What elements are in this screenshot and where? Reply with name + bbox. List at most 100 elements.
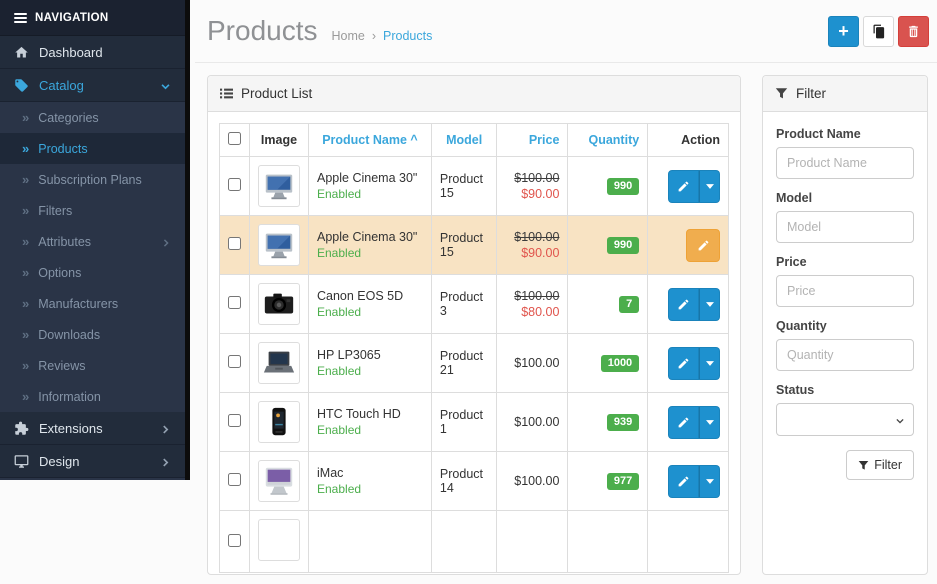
sidebar-item-label: Information [38,390,101,404]
sidebar-item-label: Subscription Plans [38,173,142,187]
caret-down-icon[interactable] [699,465,720,498]
sidebar-item-dashboard[interactable]: Dashboard [0,36,185,69]
sidebar-item-manufacturers[interactable]: » Manufacturers [0,288,185,319]
pencil-icon[interactable] [668,406,699,439]
chevron-right-icon [161,237,171,247]
caret-down-icon[interactable] [699,170,720,203]
filter-quantity-input[interactable] [776,339,914,371]
breadcrumb-home[interactable]: Home [332,29,365,43]
column-header-price[interactable]: Price [529,133,560,147]
product-name: HP LP3065 [317,348,423,362]
hamburger-icon [14,13,27,23]
double-chevron-icon: » [22,265,29,280]
display-icon [14,454,29,469]
double-chevron-icon: » [22,172,29,187]
sidebar-item-extensions[interactable]: Extensions [0,412,185,445]
tag-icon [14,78,29,93]
quantity-badge: 990 [607,237,639,254]
sidebar-item-downloads[interactable]: » Downloads [0,319,185,350]
column-header-quantity[interactable]: Quantity [588,133,639,147]
filter-price-input[interactable] [776,275,914,307]
sidebar-item-label: Filters [38,204,72,218]
caret-down-icon[interactable] [699,347,720,380]
sidebar-item-subscription-plans[interactable]: » Subscription Plans [0,164,185,195]
funnel-icon [858,460,869,471]
row-checkbox[interactable] [228,237,241,250]
list-icon [220,87,233,100]
sidebar-item-design[interactable]: Design [0,445,185,478]
sidebar: NAVIGATION Dashboard Catalog » Categorie… [0,0,190,480]
main-content: Products Home › Products + Product List … [195,0,937,480]
sidebar-item-categories[interactable]: » Categories [0,102,185,133]
sidebar-item-information[interactable]: » Information [0,381,185,412]
product-price: $100.00$90.00 [497,216,568,275]
sidebar-item-attributes[interactable]: » Attributes [0,226,185,257]
filter-model-input[interactable] [776,211,914,243]
product-model: Product 21 [431,334,496,393]
product-model: Product 15 [431,216,496,275]
pencil-icon[interactable] [668,347,699,380]
row-checkbox[interactable] [228,414,241,427]
edit-split-button[interactable] [668,170,720,203]
sort-asc-icon: ^ [410,133,417,147]
edit-split-button[interactable] [668,288,720,321]
product-name: HTC Touch HD [317,407,423,421]
chevron-right-icon [160,456,171,467]
sidebar-item-filters[interactable]: » Filters [0,195,185,226]
panel-title: Product List [241,86,312,101]
product-table: Image Product Name ^ Model Price Quantit… [219,123,729,573]
filter-product-name-input[interactable] [776,147,914,179]
product-image [258,519,300,561]
table-row: HP LP3065Enabled Product 21 $100.00 1000 [220,334,729,393]
sidebar-item-label: Design [39,454,79,469]
product-status: Enabled [317,364,423,378]
filter-label-model: Model [776,191,914,205]
row-checkbox[interactable] [228,296,241,309]
column-header-action: Action [648,124,729,157]
sidebar-item-label: Catalog [39,78,84,93]
column-header-image: Image [250,124,309,157]
edit-button-active[interactable] [686,229,720,262]
add-new-button[interactable]: + [828,16,859,47]
status-select[interactable] [776,403,914,436]
product-model: Product 1 [431,393,496,452]
double-chevron-icon: » [22,389,29,404]
sidebar-item-options[interactable]: » Options [0,257,185,288]
toolbar: + [828,16,929,47]
copy-button[interactable] [863,16,894,47]
delete-button[interactable] [898,16,929,47]
edit-split-button[interactable] [668,347,720,380]
product-price: $100.00 [497,334,568,393]
pencil-icon[interactable] [668,170,699,203]
column-header-product-name[interactable]: Product Name ^ [322,133,418,147]
row-checkbox[interactable] [228,178,241,191]
product-status: Enabled [317,482,423,496]
product-model: Product 15 [431,157,496,216]
pencil-icon[interactable] [668,465,699,498]
breadcrumb-products[interactable]: Products [383,29,432,43]
column-header-model[interactable]: Model [446,133,482,147]
sidebar-item-label: Options [38,266,81,280]
edit-split-button[interactable] [668,406,720,439]
row-checkbox[interactable] [228,355,241,368]
product-name: Apple Cinema 30" [317,171,423,185]
sidebar-item-reviews[interactable]: » Reviews [0,350,185,381]
caret-down-icon[interactable] [699,288,720,321]
chevron-right-icon [160,423,171,434]
edit-split-button[interactable] [668,465,720,498]
breadcrumb: Home › Products [332,29,433,43]
pencil-icon[interactable] [668,288,699,321]
row-checkbox[interactable] [228,534,241,547]
caret-down-icon[interactable] [699,406,720,439]
select-all-checkbox[interactable] [228,132,241,145]
product-status: Enabled [317,187,423,201]
product-image-camera [258,283,300,325]
sidebar-item-products[interactable]: » Products [0,133,185,164]
home-icon [14,45,29,60]
double-chevron-icon: » [22,234,29,249]
product-image-laptop [258,342,300,384]
filter-button-label: Filter [874,458,902,472]
filter-apply-button[interactable]: Filter [846,450,914,480]
sidebar-item-catalog[interactable]: Catalog [0,69,185,102]
sidebar-item-label: Categories [38,111,98,125]
